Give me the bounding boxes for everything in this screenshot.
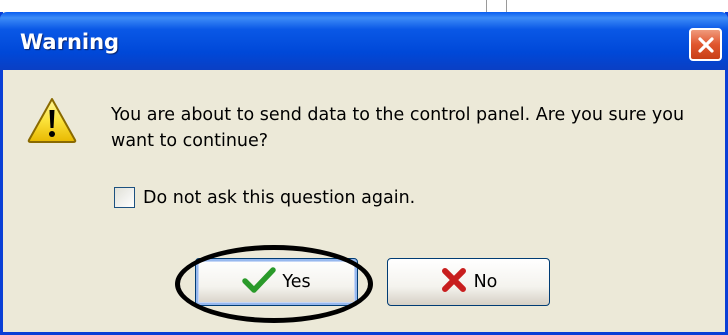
no-button[interactable]: No — [387, 258, 550, 306]
dialog-title: Warning — [20, 30, 120, 54]
close-icon — [696, 35, 716, 55]
yes-button[interactable]: Yes — [195, 258, 358, 306]
warning-message: You are about to send data to the contro… — [111, 105, 685, 151]
dont-ask-again-label[interactable]: Do not ask this question again. — [143, 188, 415, 208]
close-button[interactable] — [689, 28, 722, 61]
warning-icon — [26, 96, 78, 148]
checkmark-icon — [242, 267, 277, 297]
x-icon — [440, 267, 468, 297]
yes-button-label: Yes — [282, 272, 311, 292]
warning-dialog: Warning You are about to send data to th… — [0, 12, 728, 335]
dont-ask-again-option[interactable]: Do not ask this question again. — [114, 187, 415, 208]
title-bar[interactable]: Warning — [0, 12, 728, 70]
no-button-label: No — [473, 272, 498, 292]
dont-ask-again-checkbox[interactable] — [114, 187, 135, 208]
